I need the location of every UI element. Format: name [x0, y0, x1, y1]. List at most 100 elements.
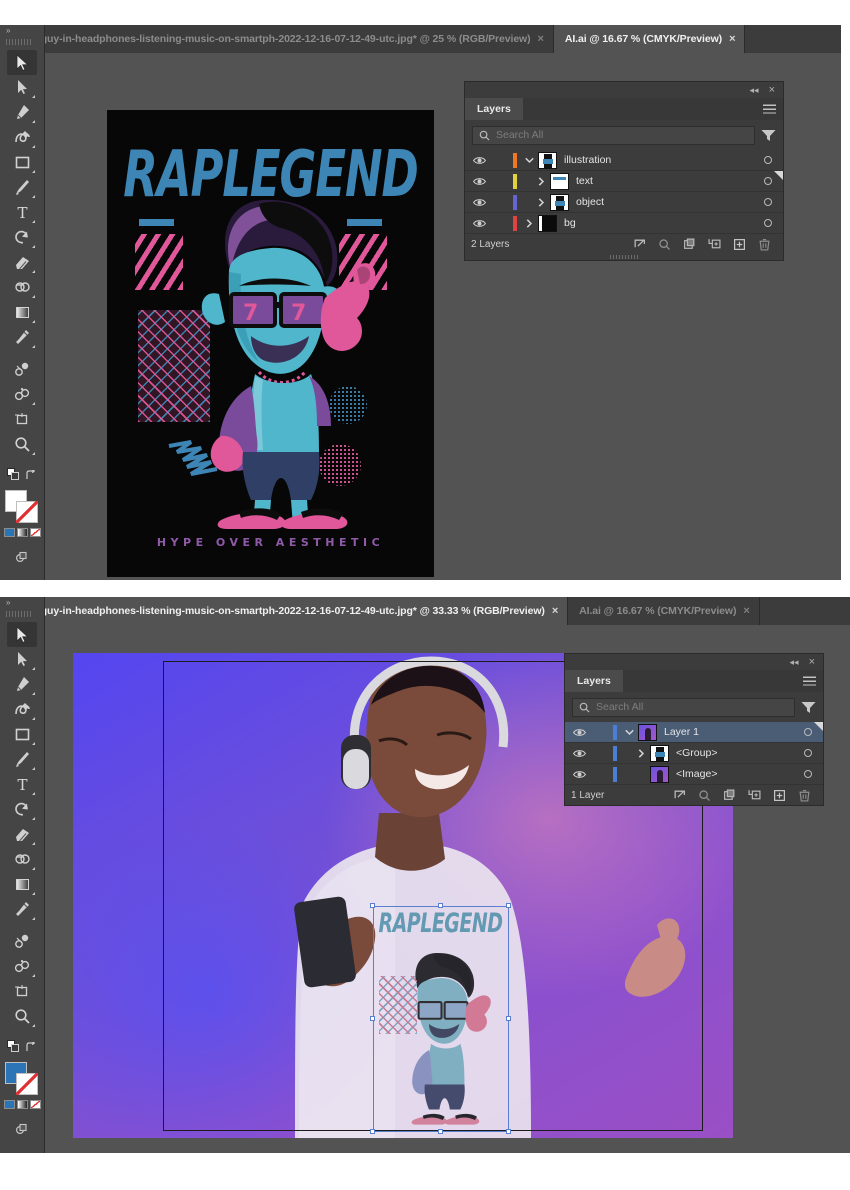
layer-row[interactable]: text	[465, 171, 783, 192]
symbol-sprayer-tool[interactable]	[7, 382, 37, 407]
layers-panel-top[interactable]: ◂◂ × Layers Search All illust	[464, 81, 784, 261]
blend-tool[interactable]	[7, 929, 37, 954]
selection-handle-tr[interactable]	[506, 903, 511, 908]
eraser-tool[interactable]	[7, 822, 37, 847]
toolbar-drag-grip[interactable]	[6, 609, 32, 618]
target-indicator[interactable]	[793, 770, 823, 778]
layer-row[interactable]: bg	[465, 213, 783, 234]
eyedropper-tool[interactable]	[7, 325, 37, 350]
layer-row[interactable]: Layer 1	[565, 722, 823, 743]
delete-layer-button[interactable]	[752, 238, 777, 251]
selection-handle-ml[interactable]	[370, 1016, 375, 1021]
find-layer-button[interactable]	[692, 789, 717, 802]
eye-icon[interactable]	[465, 177, 493, 186]
screen-mode-button[interactable]	[7, 1148, 37, 1153]
close-icon[interactable]: ×	[743, 605, 749, 617]
close-icon[interactable]: ×	[809, 656, 815, 668]
artwork-raplegend-poster[interactable]: RAPLEGEND	[107, 110, 434, 577]
drawing-modes-button[interactable]	[7, 545, 37, 570]
stroke-swatch[interactable]	[16, 501, 38, 523]
eye-icon[interactable]	[565, 749, 593, 758]
selection-tool[interactable]	[7, 50, 37, 75]
eye-icon[interactable]	[565, 770, 593, 779]
eye-icon[interactable]	[565, 728, 593, 737]
toolbar-drag-grip[interactable]	[6, 37, 32, 46]
layer-name[interactable]: text	[576, 175, 753, 187]
layer-name[interactable]: <Image>	[676, 768, 793, 780]
target-indicator[interactable]	[753, 219, 783, 227]
make-mask-button[interactable]	[717, 789, 742, 802]
tab-layers[interactable]: Layers	[465, 98, 523, 120]
color-button[interactable]	[4, 528, 15, 537]
document-tab-ai-bottom[interactable]: AI.ai @ 16.67 % (CMYK/Preview) ×	[568, 597, 760, 625]
shape-builder-tool[interactable]	[7, 275, 37, 300]
target-indicator[interactable]	[793, 749, 823, 757]
close-icon[interactable]: ×	[729, 33, 735, 45]
toolbar-collapse-button[interactable]: »	[0, 25, 44, 37]
layer-row[interactable]: object	[465, 192, 783, 213]
layers-panel-bottom[interactable]: ◂◂ × Layers Search All Layer	[564, 653, 824, 806]
collapse-icon[interactable]: ◂◂	[750, 85, 759, 96]
zoom-tool[interactable]	[7, 1004, 37, 1029]
search-input[interactable]: Search All	[472, 126, 755, 145]
paintbrush-tool[interactable]	[7, 175, 37, 200]
new-sublayer-button[interactable]	[742, 789, 767, 802]
swap-fill-stroke-icon[interactable]	[26, 468, 37, 486]
layer-name[interactable]: illustration	[564, 154, 753, 166]
delete-layer-button[interactable]	[792, 789, 817, 802]
default-fill-stroke-icon[interactable]	[7, 1040, 20, 1058]
zoom-tool[interactable]	[7, 432, 37, 457]
search-input[interactable]: Search All	[572, 698, 795, 717]
new-sublayer-button[interactable]	[702, 238, 727, 251]
paintbrush-tool[interactable]	[7, 747, 37, 772]
rotate-tool[interactable]	[7, 225, 37, 250]
new-layer-button[interactable]	[727, 238, 752, 251]
artboard-tool[interactable]	[7, 407, 37, 432]
rectangle-tool[interactable]	[7, 722, 37, 747]
target-indicator[interactable]	[753, 198, 783, 206]
selection-handle-mr[interactable]	[506, 1016, 511, 1021]
selection-tool[interactable]	[7, 622, 37, 647]
swap-fill-stroke-icon[interactable]	[26, 1040, 37, 1058]
artboard-tool[interactable]	[7, 979, 37, 1004]
locate-object-button[interactable]	[667, 789, 692, 802]
selection-handle-bc[interactable]	[438, 1129, 443, 1134]
chevron-right-icon[interactable]	[521, 219, 538, 228]
blend-tool[interactable]	[7, 357, 37, 382]
selection-handle-br[interactable]	[506, 1129, 511, 1134]
none-button[interactable]	[30, 528, 41, 537]
close-icon[interactable]: ×	[538, 33, 544, 45]
stroke-swatch[interactable]	[16, 1073, 38, 1095]
gradient-button[interactable]	[17, 528, 28, 537]
eyedropper-tool[interactable]	[7, 897, 37, 922]
filter-icon[interactable]	[801, 701, 816, 714]
gradient-tool[interactable]	[7, 300, 37, 325]
canvas-area-top[interactable]: RAPLEGEND	[45, 53, 841, 580]
selection-handle-tc[interactable]	[438, 903, 443, 908]
document-tab-jpg-top[interactable]: black-guy-in-headphones-listening-music-…	[0, 25, 554, 53]
color-button[interactable]	[4, 1100, 15, 1109]
fill-stroke-swatches-bottom[interactable]	[5, 1062, 39, 1096]
canvas-area-bottom[interactable]: RAPLEGEND	[45, 625, 850, 1153]
eraser-tool[interactable]	[7, 250, 37, 275]
curvature-tool[interactable]	[7, 125, 37, 150]
eye-icon[interactable]	[465, 198, 493, 207]
chevron-right-icon[interactable]	[633, 749, 650, 758]
close-icon[interactable]: ×	[552, 605, 558, 617]
pen-tool[interactable]	[7, 672, 37, 697]
rotate-tool[interactable]	[7, 797, 37, 822]
collapse-icon[interactable]: ◂◂	[790, 657, 799, 668]
eye-icon[interactable]	[465, 219, 493, 228]
chevron-down-icon[interactable]	[521, 157, 538, 164]
fill-stroke-swatches-top[interactable]	[5, 490, 39, 524]
selection-bounding-box[interactable]	[373, 906, 509, 1132]
toolbar-collapse-button[interactable]: »	[0, 597, 44, 609]
panel-menu-icon[interactable]	[803, 677, 816, 686]
none-button[interactable]	[30, 1100, 41, 1109]
panel-resize-grip-top[interactable]	[465, 254, 783, 260]
pen-tool[interactable]	[7, 100, 37, 125]
drawing-modes-button[interactable]	[7, 1117, 37, 1142]
screen-mode-button[interactable]	[7, 576, 37, 580]
layer-row[interactable]: <Image>	[565, 764, 823, 785]
layer-name[interactable]: bg	[564, 217, 753, 229]
